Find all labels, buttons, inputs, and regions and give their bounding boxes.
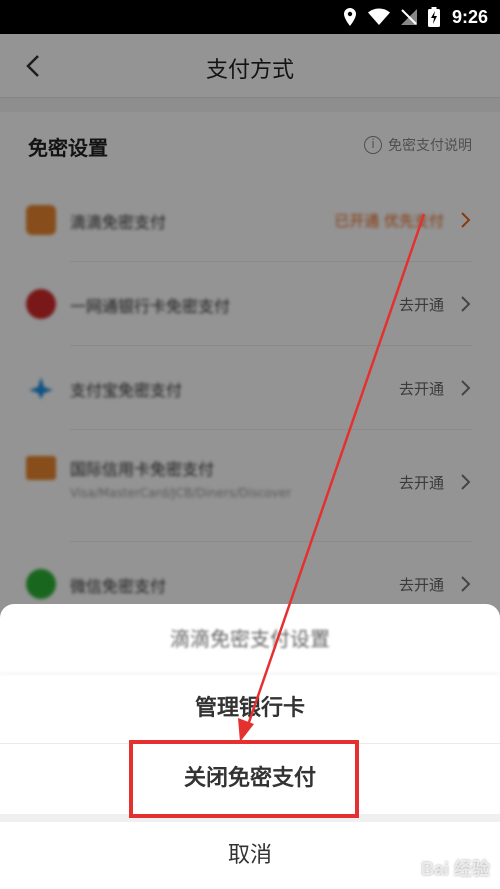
action-sheet: 滴滴免密支付设置 管理银行卡 关闭免密支付 取消 xyxy=(0,604,500,889)
status-time: 9:26 xyxy=(451,6,488,27)
battery-charging-icon xyxy=(427,7,440,27)
status-bar: 9:26 xyxy=(0,0,500,34)
disable-password-free-button[interactable]: 关闭免密支付 xyxy=(0,744,500,814)
sheet-separator xyxy=(0,814,500,822)
manage-bank-card-button[interactable]: 管理银行卡 xyxy=(0,674,500,744)
no-signal-icon xyxy=(400,8,418,26)
wifi-icon xyxy=(367,8,390,26)
location-icon xyxy=(342,7,358,27)
watermark: Bai 经验 xyxy=(420,859,490,879)
sheet-title: 滴滴免密支付设置 xyxy=(0,604,500,674)
